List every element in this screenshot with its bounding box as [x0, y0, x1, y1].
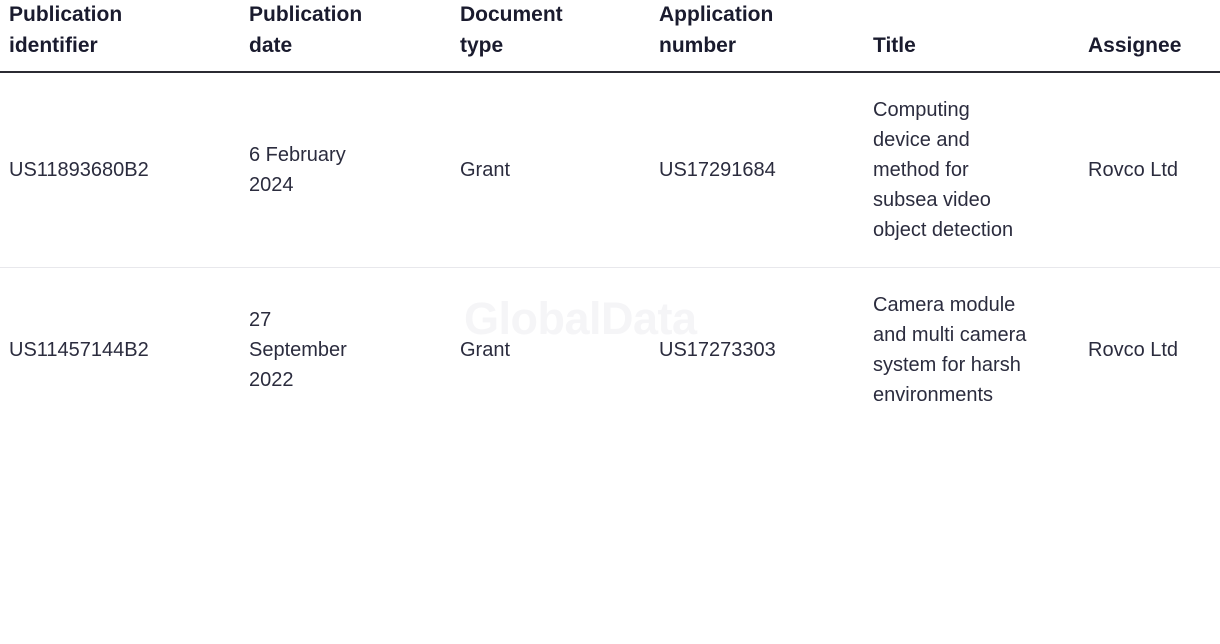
cell-application-number: US17291684 — [651, 72, 865, 269]
table-header: Publication identifier Publication date … — [0, 0, 1220, 74]
column-header-assignee: Assignee — [1080, 0, 1220, 74]
cell-document-type: Grant — [452, 268, 651, 433]
column-header-label: Publication date — [249, 3, 363, 57]
cell-publication-date: 27 September 2022 — [241, 268, 452, 433]
column-header-label: Document type — [460, 3, 563, 57]
column-header-title: Title — [865, 0, 1080, 74]
column-header-publication-date: Publication date — [241, 0, 452, 74]
patent-publications-table: Publication identifier Publication date … — [0, 0, 1220, 432]
cell-text: Rovco Ltd — [1088, 159, 1179, 182]
column-header-publication-identifier: Publication identifier — [0, 0, 241, 74]
column-header-label: Application number — [659, 3, 774, 57]
patent-table-page: GlobalData Publication identifier Public… — [0, 0, 1220, 644]
cell-text: US11457144B2 — [9, 339, 149, 362]
cell-text: 27 September 2022 — [249, 309, 347, 392]
cell-assignee: Rovco Ltd — [1080, 268, 1220, 433]
cell-title: Computing device and method for subsea v… — [865, 72, 1080, 269]
cell-text: Camera module and multi camera system fo… — [873, 294, 1027, 407]
column-header-document-type: Document type — [452, 0, 651, 74]
cell-publication-date: 6 February 2024 — [241, 72, 452, 269]
cell-text: Rovco Ltd — [1088, 339, 1179, 362]
patent-table-container: Publication identifier Publication date … — [0, 0, 1220, 432]
table-row[interactable]: US11893680B2 6 February 2024 Grant US172… — [0, 72, 1220, 269]
cell-document-type: Grant — [452, 72, 651, 269]
cell-text: US17273303 — [659, 339, 776, 362]
cell-text: Computing device and method for subsea v… — [873, 99, 1014, 242]
cell-text: Grant — [460, 339, 511, 362]
cell-text: Grant — [460, 159, 511, 182]
cell-assignee: Rovco Ltd — [1080, 72, 1220, 269]
column-header-label: Publication identifier — [9, 3, 123, 57]
column-header-label: Title — [873, 33, 916, 57]
cell-text: US11893680B2 — [9, 159, 149, 182]
cell-text: 6 February 2024 — [249, 144, 346, 197]
cell-application-number: US17273303 — [651, 268, 865, 433]
cell-title: Camera module and multi camera system fo… — [865, 268, 1080, 433]
header-row: Publication identifier Publication date … — [0, 0, 1220, 74]
table-body: US11893680B2 6 February 2024 Grant US172… — [0, 72, 1220, 432]
column-header-label: Assignee — [1088, 33, 1182, 57]
cell-publication-identifier: US11893680B2 — [0, 72, 241, 269]
column-header-application-number: Application number — [651, 0, 865, 74]
cell-text: US17291684 — [659, 159, 776, 182]
table-row[interactable]: US11457144B2 27 September 2022 Grant US1… — [0, 268, 1220, 433]
cell-publication-identifier: US11457144B2 — [0, 268, 241, 433]
